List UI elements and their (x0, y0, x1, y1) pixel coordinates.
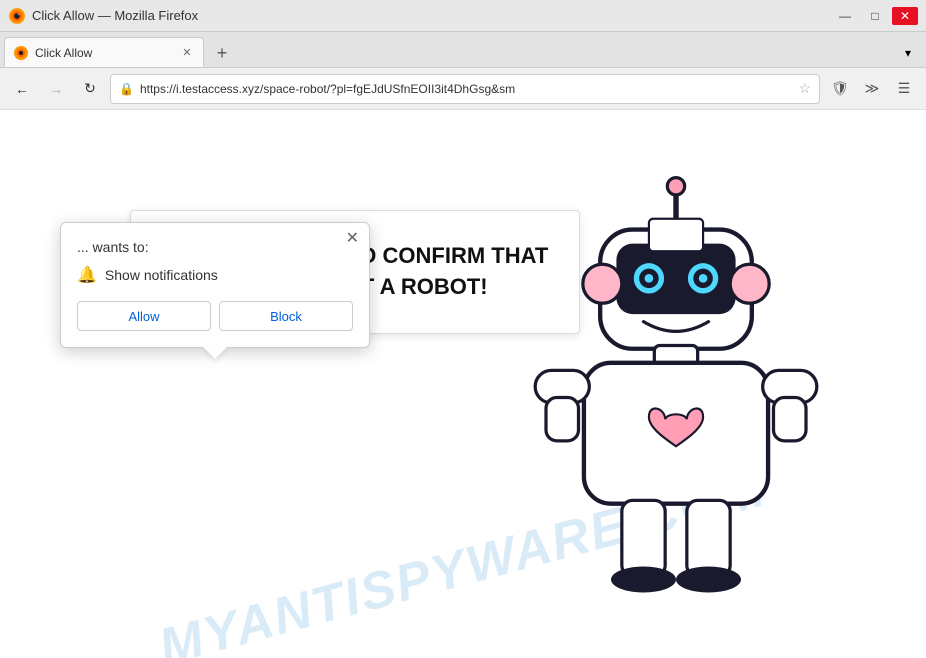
browser-window: Click Allow — Mozilla Firefox — □ ✕ Clic… (0, 0, 926, 658)
address-bar[interactable]: 🔒 https://i.testaccess.xyz/space-robot/?… (110, 74, 820, 104)
forward-button[interactable]: → (42, 75, 70, 103)
shield-button[interactable]: 🛡 (826, 75, 854, 103)
close-button[interactable]: ✕ (892, 7, 918, 25)
title-bar: Click Allow — Mozilla Firefox — □ ✕ (0, 0, 926, 32)
popup-permission-row: 🔔 Show notifications (77, 265, 353, 285)
firefox-icon (8, 7, 26, 25)
back-button[interactable]: ← (8, 75, 36, 103)
minimize-button[interactable]: — (832, 7, 858, 25)
browser-title: Click Allow — Mozilla Firefox (32, 8, 198, 23)
menu-button[interactable]: ☰ (890, 75, 918, 103)
popup-permission-label: Show notifications (105, 267, 218, 283)
tab-close-button[interactable]: ✕ (179, 45, 195, 61)
tab-bar: Click Allow ✕ + ▾ (0, 32, 926, 68)
security-shield-icon: 🔒 (119, 82, 134, 96)
extensions-button[interactable]: ≫ (858, 75, 886, 103)
active-tab[interactable]: Click Allow ✕ (4, 37, 204, 67)
nav-right-icons: 🛡 ≫ ☰ (826, 75, 918, 103)
address-text: https://i.testaccess.xyz/space-robot/?pl… (140, 82, 792, 96)
tab-title: Click Allow (35, 46, 173, 60)
reload-button[interactable]: ↻ (76, 75, 104, 103)
new-tab-button[interactable]: + (208, 39, 236, 67)
tab-favicon (13, 45, 29, 61)
nav-bar: ← → ↻ 🔒 https://i.testaccess.xyz/space-r… (0, 68, 926, 110)
block-button[interactable]: Block (219, 301, 353, 331)
page-content: MYANTISPYWARE.COM (0, 110, 926, 658)
notification-popup: ✕ ... wants to: 🔔 Show notifications All… (60, 222, 370, 348)
popup-wants-to-text: ... wants to: (77, 239, 353, 255)
popup-buttons: Allow Block (77, 301, 353, 331)
tab-list-chevron[interactable]: ▾ (894, 39, 922, 67)
allow-button[interactable]: Allow (77, 301, 211, 331)
title-bar-left: Click Allow — Mozilla Firefox (8, 7, 198, 25)
title-bar-controls: — □ ✕ (832, 7, 918, 25)
bell-icon: 🔔 (77, 265, 97, 285)
maximize-button[interactable]: □ (862, 7, 888, 25)
bookmark-star-icon[interactable]: ☆ (798, 80, 811, 97)
popup-close-button[interactable]: ✕ (346, 231, 359, 247)
